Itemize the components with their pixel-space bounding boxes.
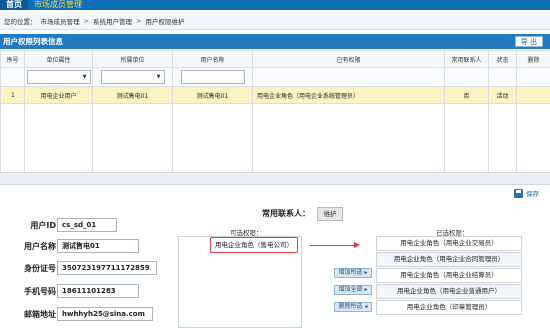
save-icon bbox=[514, 188, 523, 198]
phone-field[interactable]: 18611101283 bbox=[57, 284, 139, 298]
cell-status: 活动 bbox=[488, 86, 517, 104]
header-delete: 删除 bbox=[516, 50, 550, 68]
list-item-available-role[interactable]: 用电企业角色（售电公司） bbox=[210, 237, 298, 253]
header-permissions: 已有权限 bbox=[252, 50, 445, 68]
list-item-chosen-role[interactable]: 用电企业角色（用电企业合同管理员） bbox=[376, 252, 522, 267]
arrow-line bbox=[310, 245, 358, 246]
breadcrumb-item-permissions: 用户权限维护 bbox=[145, 17, 185, 26]
remove-selected-button[interactable]: 删除所选 ◂ bbox=[334, 302, 372, 312]
phone-label: 手机号码： bbox=[24, 287, 64, 296]
list-item-chosen-role[interactable]: 用电企业角色（用电企业普通用户） bbox=[376, 284, 522, 299]
header-unit-attr: 单位属性 bbox=[24, 50, 93, 68]
maintain-button[interactable]: 维护 bbox=[317, 207, 343, 221]
permissions-table: 序号 单位属性 所属单位 用户名称 已有权限 常用联系人 状态 删除 ▼ ▼ 1… bbox=[0, 50, 550, 172]
panel-title: 用户权限列表信息 bbox=[3, 37, 63, 46]
cell-delete[interactable] bbox=[516, 86, 550, 104]
chevron-down-icon: ▼ bbox=[82, 74, 87, 80]
add-selected-button[interactable]: 增加所选 ▸ bbox=[334, 268, 372, 278]
id-card-label: 身份证号： bbox=[24, 264, 64, 273]
panel-header: 用户权限列表信息 导 出 bbox=[0, 34, 550, 49]
breadcrumb-item-market[interactable]: 市场成员管理 bbox=[41, 16, 80, 26]
header-user-name: 用户名称 bbox=[172, 50, 253, 68]
user-id-field[interactable]: cs_sd_01 bbox=[57, 218, 117, 232]
add-all-button[interactable]: 增加全部 ▸ bbox=[334, 285, 372, 295]
user-name-filter[interactable] bbox=[180, 70, 245, 84]
chevron-down-icon: ▼ bbox=[156, 74, 161, 80]
breadcrumb-separator: > bbox=[135, 16, 142, 25]
unit-filter[interactable]: ▼ bbox=[100, 70, 165, 84]
user-name-field[interactable]: 测试售电01 bbox=[57, 239, 139, 253]
user-name-label: 用户名称： bbox=[24, 242, 64, 251]
header-unit: 所属单位 bbox=[92, 50, 173, 68]
nav-market-members[interactable]: 市场成员管理 bbox=[28, 0, 88, 10]
list-item-chosen-role[interactable]: 用电企业角色（用电企业结算员） bbox=[376, 268, 522, 283]
unit-attr-filter[interactable]: ▼ bbox=[26, 70, 91, 84]
breadcrumb-prefix: 您的位置： bbox=[4, 17, 37, 26]
save-label: 保存 bbox=[526, 190, 539, 198]
email-field[interactable]: hwhhyh25@sina.com bbox=[57, 307, 153, 321]
table-row[interactable]: 1 用电企业用户 测试售电01 测试售电01 用电企业角色（用电企业系统管理员）… bbox=[0, 86, 550, 104]
cell-permissions: 用电企业角色（用电企业系统管理员） bbox=[252, 86, 445, 104]
header-contact: 常用联系人 bbox=[444, 50, 489, 68]
id-card-field[interactable]: 350723197711172859 bbox=[57, 261, 157, 275]
list-item-chosen-role[interactable]: 用电企业角色（用电企业交易员） bbox=[376, 236, 522, 251]
contact-label: 常用联系人： bbox=[262, 209, 310, 218]
cell-unit: 测试售电01 bbox=[92, 86, 173, 104]
breadcrumb-item-system-users[interactable]: 系统用户管理 bbox=[93, 16, 132, 26]
cell-unit-attr: 用电企业用户 bbox=[24, 86, 93, 104]
nav-home[interactable]: 首页 bbox=[0, 0, 28, 10]
cell-contact: 否 bbox=[444, 86, 489, 104]
section-divider bbox=[0, 172, 550, 185]
email-label: 邮箱地址： bbox=[24, 310, 64, 319]
export-button[interactable]: 导 出 bbox=[514, 36, 543, 47]
top-nav: 首页 市场成员管理 bbox=[0, 0, 550, 10]
cell-no: 1 bbox=[0, 86, 25, 104]
cell-user-name: 测试售电01 bbox=[172, 86, 253, 104]
header-no: 序号 bbox=[0, 50, 25, 68]
breadcrumb-separator: > bbox=[83, 16, 89, 25]
breadcrumb: 您的位置： 市场成员管理 > 系统用户管理 > 用户权限维护 bbox=[0, 12, 550, 30]
save-button[interactable]: 保存 bbox=[514, 188, 539, 198]
arrow-right-icon bbox=[354, 242, 360, 248]
user-id-label: 用户ID： bbox=[30, 221, 64, 230]
header-status: 状态 bbox=[488, 50, 517, 68]
list-item-chosen-role[interactable]: 用电企业角色（印章管理员） bbox=[376, 300, 522, 315]
